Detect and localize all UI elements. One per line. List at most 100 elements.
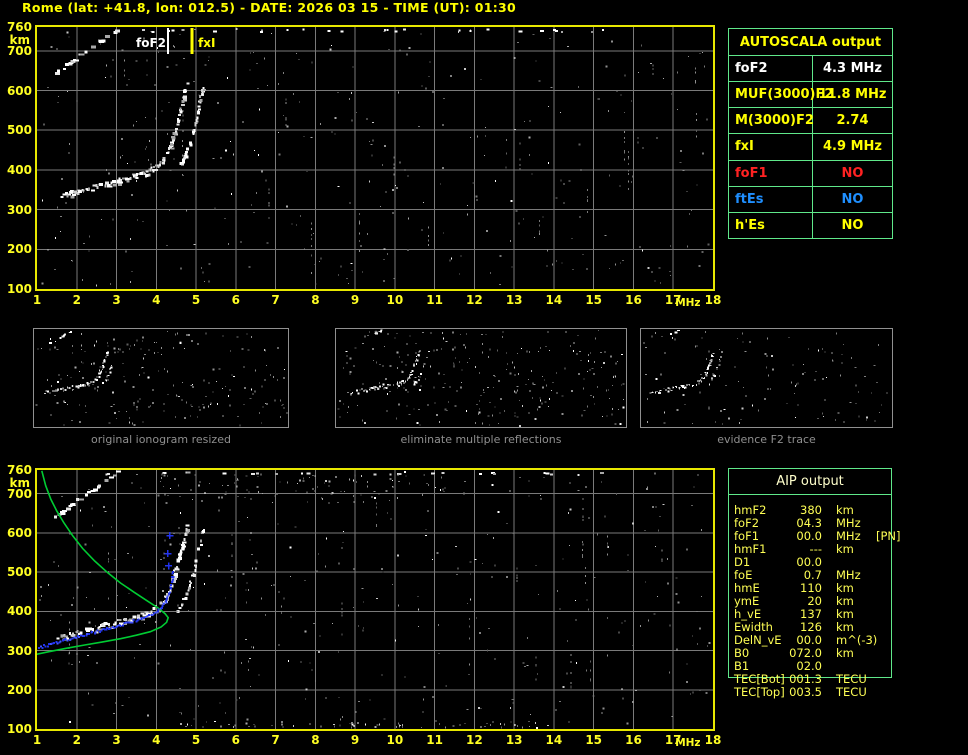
x-axis-unit-label: MHz — [675, 737, 701, 749]
aip-table-title: AIP output — [729, 469, 891, 495]
parameter-label: MUF(3000)F2 — [729, 82, 833, 108]
x-axis-tick-label: 10 — [386, 733, 404, 747]
parameter-label: foF1 — [729, 160, 813, 186]
parameter-label: ftEs — [729, 186, 813, 212]
fxI-marker-label: fxI — [198, 36, 216, 50]
thumbnail-eliminate-reflections — [335, 328, 627, 428]
aip-row-TEC[Top]: TEC[Top] 003.5 TECU — [734, 686, 904, 699]
bottom-ionogram-plot — [35, 468, 715, 731]
parameter-value: NO — [841, 165, 864, 181]
x-axis-unit-label: MHz — [675, 297, 701, 309]
y-axis-tick-label: 760 — [6, 463, 32, 477]
foF2-marker-label: foF2 — [135, 36, 166, 50]
top-ionogram-plot: foF2 fxI — [35, 25, 715, 291]
parameter-value: 4.9 MHz — [823, 139, 882, 155]
parameter-value: 11.8 MHz — [818, 87, 887, 103]
y-axis-tick-label: 500 — [6, 565, 32, 579]
x-axis-tick-label: 2 — [72, 293, 81, 307]
y-axis-unit-label: km — [9, 33, 30, 47]
x-axis-tick-label: 15 — [585, 293, 603, 307]
x-axis-tick-label: 13 — [505, 733, 523, 747]
x-axis-tick-label: 7 — [271, 293, 280, 307]
aip-extra: [PN] — [876, 529, 901, 543]
y-axis-tick-label: 400 — [6, 604, 32, 619]
autoscala-row-ftEs: ftEs NO — [729, 186, 892, 213]
top-ionogram-canvas — [37, 27, 713, 289]
aip-unit: TECU — [836, 685, 867, 699]
x-axis-tick-label: 4 — [152, 293, 161, 307]
autoscala-row-fxI: fxI 4.9 MHz — [729, 134, 892, 161]
x-axis-tick-label: 9 — [350, 293, 360, 307]
y-axis-tick-label: 200 — [6, 682, 32, 697]
x-axis-tick-label: 4 — [152, 733, 161, 747]
aip-output-table: AIP output hmF2 380 km foF2 04.3 MHz foF1 00.0 M… — [728, 468, 901, 699]
page-title: Rome (lat: +41.8, lon: 012.5) - DATE: 20… — [21, 0, 517, 15]
thumbnail-evidence-canvas — [643, 329, 888, 425]
thumbnail-original-canvas — [35, 330, 288, 427]
x-axis-tick-label: 14 — [545, 733, 563, 747]
thumbnail-evidence-f2 — [640, 328, 893, 428]
x-axis-tick-label: 12 — [466, 293, 483, 307]
y-axis-tick-label: 600 — [6, 83, 32, 98]
y-axis-tick-label: 760 — [6, 20, 32, 34]
x-axis-tick-label: 12 — [466, 733, 483, 747]
autoscala-app-window: Rome (lat: +41.8, lon: 012.5) - DATE: 20… — [0, 0, 968, 755]
x-axis-tick-label: 3 — [112, 733, 121, 747]
thumbnail-original-ionogram — [33, 328, 289, 428]
x-axis-tick-label: 7 — [271, 733, 280, 747]
y-axis-tick-label: 200 — [6, 242, 32, 257]
autoscala-row-foF1: foF1 NO — [729, 160, 892, 187]
autoscala-row-foF2: foF2 4.3 MHz — [729, 56, 892, 83]
autoscala-row-M(3000)F2: M(3000)F2 2.74 — [729, 108, 892, 135]
bottom-ionogram-canvas — [37, 470, 713, 729]
x-axis-tick-label: 15 — [585, 733, 603, 747]
x-axis-tick-label: 9 — [350, 733, 360, 747]
x-axis-tick-label: 3 — [112, 293, 121, 307]
thumbnail-eliminate-canvas — [337, 329, 625, 427]
aip-unit: km — [836, 646, 854, 660]
x-axis-tick-label: 16 — [625, 293, 642, 307]
x-axis-tick-label: 13 — [505, 293, 523, 307]
parameter-label: fxI — [729, 134, 813, 160]
aip-table-rows: hmF2 380 km foF2 04.3 MHz foF1 00.0 MHz [PN] hmF1-… — [734, 504, 904, 699]
parameter-label: h'Es — [729, 212, 813, 238]
autoscala-table-title: AUTOSCALA output — [729, 29, 892, 56]
y-axis-unit-label: km — [9, 476, 30, 490]
x-axis-tick-label: 11 — [426, 293, 443, 307]
x-axis-tick-label: 6 — [231, 733, 240, 747]
x-axis-tick-label: 18 — [704, 733, 722, 747]
x-axis-tick-label: 8 — [311, 293, 320, 307]
autoscala-row-h'Es: h'Es NO — [729, 212, 892, 238]
aip-label: TEC[Top] — [734, 685, 785, 699]
y-axis-tick-label: 400 — [6, 162, 32, 177]
x-axis-tick-label: 6 — [231, 293, 240, 307]
x-axis-tick-label: 14 — [545, 293, 563, 307]
autoscala-table-rows: foF2 4.3 MHz MUF(3000)F2 11.8 MHz M(3000)F2 2… — [729, 56, 892, 238]
x-axis-tick-label: 1 — [32, 733, 42, 747]
parameter-label: M(3000)F2 — [729, 108, 814, 134]
parameter-value: NO — [841, 217, 864, 233]
y-axis-tick-label: 300 — [6, 202, 32, 217]
x-axis-tick-label: 16 — [625, 733, 642, 747]
parameter-value: 4.3 MHz — [823, 61, 882, 77]
thumbnail-caption-evidence: evidence F2 trace — [717, 433, 816, 446]
parameter-value: NO — [841, 191, 864, 207]
y-axis-tick-label: 300 — [6, 643, 32, 658]
x-axis-tick-label: 1 — [32, 293, 42, 307]
x-axis-tick-label: 10 — [386, 293, 404, 307]
x-axis-tick-label: 8 — [311, 733, 320, 747]
x-axis-tick-label: 5 — [191, 293, 201, 307]
x-axis-tick-label: 5 — [191, 733, 201, 747]
thumbnail-caption-eliminate: eliminate multiple reflections — [400, 433, 562, 446]
x-axis-tick-label: 18 — [704, 293, 722, 307]
y-axis-tick-label: 600 — [6, 525, 32, 540]
parameter-value: 2.74 — [836, 113, 869, 129]
x-axis-tick-label: 2 — [72, 733, 81, 747]
aip-unit: km — [836, 542, 854, 556]
x-axis-tick-label: 11 — [426, 733, 443, 747]
thumbnail-caption-original: original ionogram resized — [91, 433, 231, 446]
parameter-label: foF2 — [729, 56, 813, 82]
autoscala-output-table: AUTOSCALA output foF2 4.3 MHz MUF(3000)F2 1… — [728, 28, 893, 239]
aip-value: 003.5 — [789, 685, 822, 699]
autoscala-row-MUF(3000)F2: MUF(3000)F2 11.8 MHz — [729, 82, 892, 109]
